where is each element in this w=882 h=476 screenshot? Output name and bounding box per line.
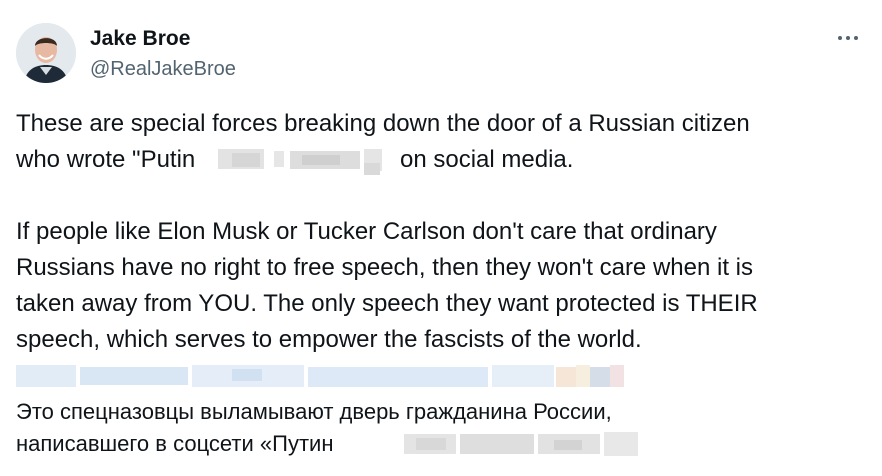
tweet-text-line: taken away from YOU. The only speech the… (16, 290, 758, 317)
tweet-text-segment: who wrote "Putin (16, 146, 196, 173)
author-handle[interactable]: @RealJakeBroe (90, 56, 236, 82)
translated-text-line: написавшего в соцсети «Путин (16, 431, 334, 456)
tweet-text-line: If people like Elon Musk or Tucker Carls… (16, 218, 717, 245)
translate-post-link[interactable] (16, 363, 624, 389)
more-horizontal-icon (846, 36, 850, 40)
tweet-card: Jake Broe @RealJakeBroe These are specia… (0, 0, 882, 476)
tweet-text-line: Russians have no right to free speech, t… (16, 254, 753, 281)
more-horizontal-icon (838, 36, 842, 40)
more-options-button[interactable] (834, 28, 864, 48)
author-name[interactable]: Jake Broe (90, 26, 190, 52)
redacted-text-blur (218, 147, 398, 175)
tweet-text-line: who wrote "Putin (16, 142, 195, 178)
avatar[interactable] (16, 23, 76, 83)
redacted-text-blur (404, 432, 638, 458)
tweet-text-line: speech, which serves to empower the fasc… (16, 326, 642, 353)
tweet-text-line: These are special forces breaking down t… (16, 110, 750, 137)
tweet-text-segment: on social media. (400, 146, 574, 173)
more-horizontal-icon (854, 36, 858, 40)
translated-text-line: Это спецназовцы выламывают дверь граждан… (16, 399, 612, 424)
profile-photo-icon (16, 23, 76, 83)
